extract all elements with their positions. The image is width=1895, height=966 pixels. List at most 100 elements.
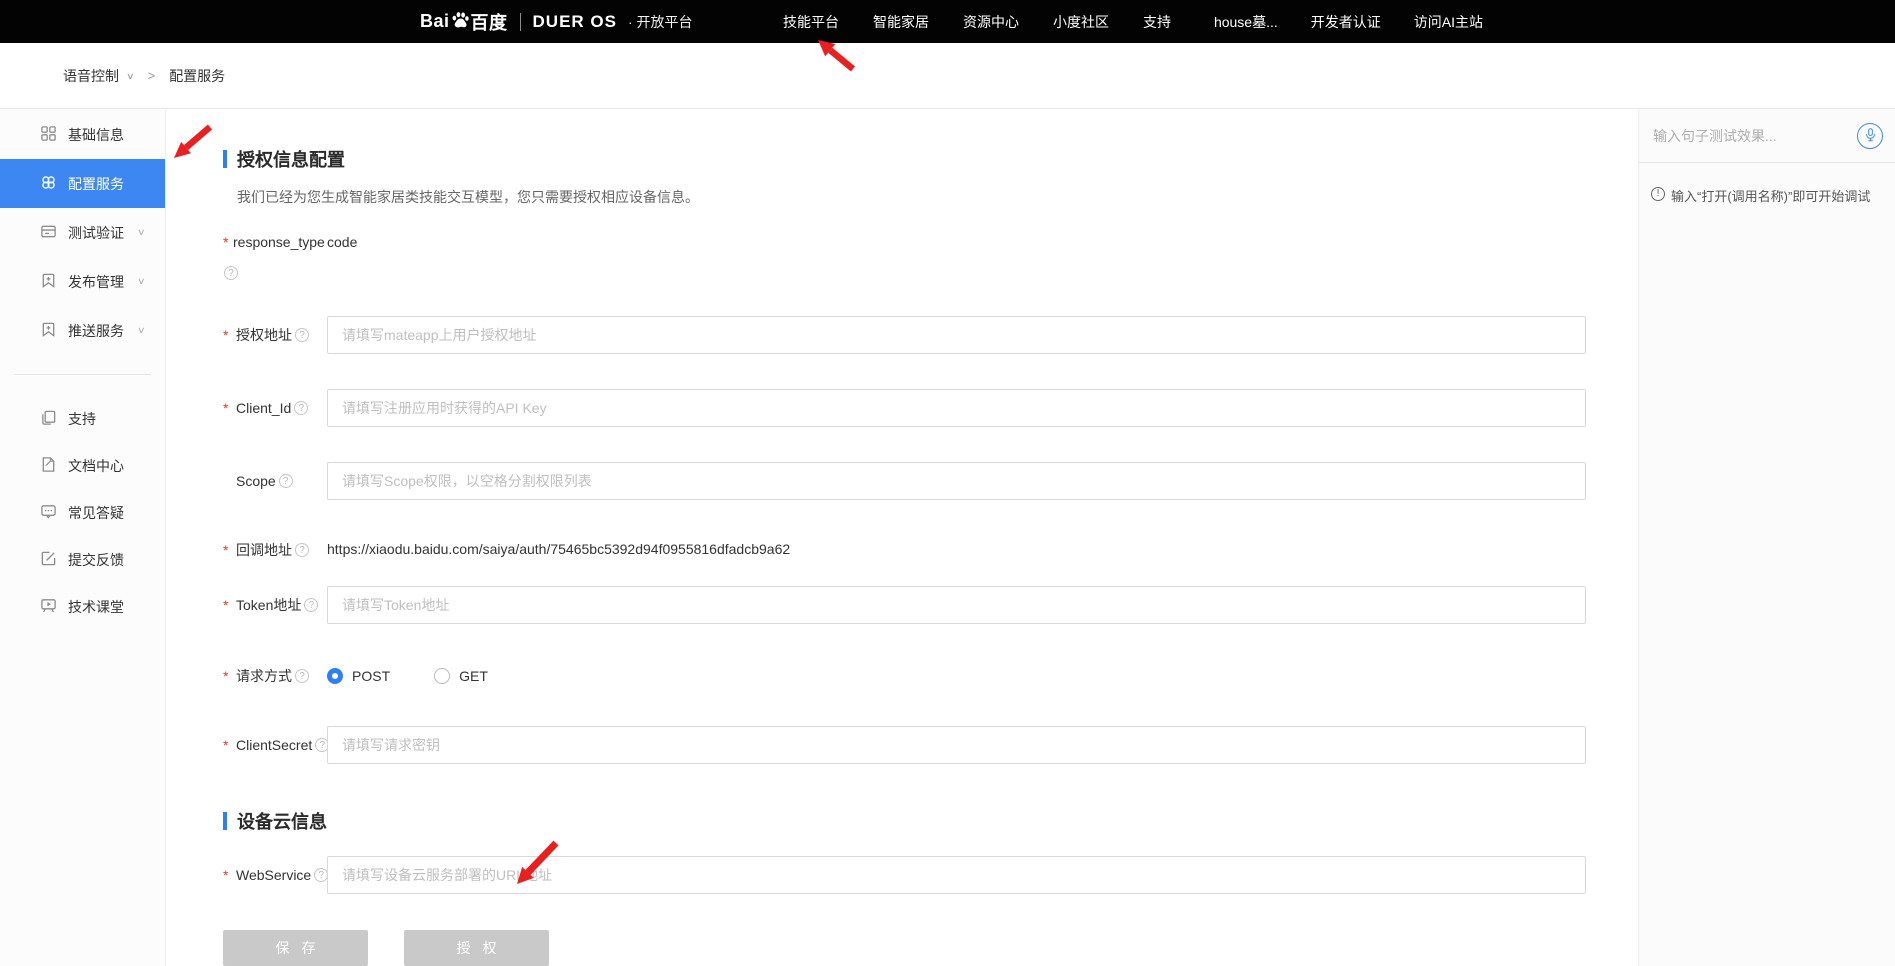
nav-item-skill-platform[interactable]: 技能平台 (783, 12, 839, 32)
web-service-label: WebService (236, 867, 311, 883)
baidu-brand: Bai 百度 (420, 9, 508, 35)
auth-section-description: 我们已经为您生成智能家居类技能交互模型，您只需要授权相应设备信息。 (237, 187, 1586, 207)
field-auth-url: * 授权地址 ? (223, 316, 1586, 354)
sidebar-link-label: 文档中心 (68, 456, 124, 476)
nav-item-resource-center[interactable]: 资源中心 (963, 12, 1019, 32)
nav-item-smart-home[interactable]: 智能家居 (873, 12, 929, 32)
sidebar-item-push-service[interactable]: 推送服务 ∨ (0, 306, 165, 355)
sidebar-link-faq[interactable]: 常见答疑 (0, 489, 165, 536)
chevron-down-icon[interactable]: ∨ (126, 71, 135, 82)
field-scope: Scope ? (223, 462, 1586, 500)
required-mark: * (223, 737, 233, 753)
sidebar-item-label: 推送服务 (68, 321, 124, 341)
help-icon[interactable]: ? (295, 543, 309, 557)
scope-label: Scope (236, 473, 276, 489)
copy-pages-icon (40, 409, 57, 429)
sidebar-link-feedback[interactable]: 提交反馈 (0, 536, 165, 583)
sidebar-item-label: 测试验证 (68, 223, 124, 243)
radio-post[interactable]: POST (327, 668, 390, 684)
web-service-input[interactable] (327, 856, 1586, 894)
sidebar-item-label: 发布管理 (68, 272, 124, 292)
test-sentence-input[interactable] (1651, 127, 1849, 145)
radio-get[interactable]: GET (434, 668, 488, 684)
token-url-label: Token地址 (236, 595, 301, 615)
test-hint: ! 输入“打开(调用名称)”即可开始调试 (1639, 163, 1895, 205)
required-mark: * (223, 597, 233, 613)
header-nav: 技能平台 智能家居 资源中心 小度社区 支持 (783, 0, 1171, 43)
help-icon[interactable]: ? (295, 669, 309, 683)
breadcrumb-current: 配置服务 (169, 66, 225, 86)
breadcrumb: 语音控制 ∨ > 配置服务 (0, 43, 1895, 109)
nav-item-community[interactable]: 小度社区 (1053, 12, 1109, 32)
scope-input[interactable] (327, 462, 1586, 500)
sidebar-divider (14, 374, 151, 375)
grid-icon (40, 125, 57, 145)
clover-icon (40, 174, 57, 194)
auth-section-title: 授权信息配置 (223, 146, 1586, 172)
required-mark: * (223, 668, 233, 684)
help-icon[interactable]: ? (295, 328, 309, 342)
help-icon[interactable]: ? (304, 598, 318, 612)
test-hint-text: 输入“打开(调用名称)”即可开始调试 (1671, 186, 1870, 205)
mic-button[interactable] (1857, 123, 1883, 149)
user-menu[interactable]: house墓... (1214, 12, 1278, 32)
breadcrumb-separator: > (148, 68, 156, 83)
chevron-down-icon: ∨ (137, 276, 146, 287)
radio-checked-icon[interactable] (327, 668, 343, 684)
help-icon[interactable]: ? (279, 474, 293, 488)
field-web-service: * WebService ? (223, 856, 1586, 894)
sidebar-item-basic-info[interactable]: 基础信息 (0, 110, 165, 159)
test-card-icon (40, 223, 57, 243)
token-url-input[interactable] (327, 586, 1586, 624)
dueros-wordmark: DUER OS (533, 12, 617, 32)
config-service-panel: 授权信息配置 我们已经为您生成智能家居类技能交互模型，您只需要授权相应设备信息。… (167, 110, 1638, 966)
app: { "header": { "logo": { "brand_left": "B… (0, 0, 1895, 966)
sidebar-item-test-verify[interactable]: 测试验证 ∨ (0, 208, 165, 257)
sidebar-item-publish-manage[interactable]: 发布管理 ∨ (0, 257, 165, 306)
radio-post-label: POST (352, 668, 390, 684)
breadcrumb-parent[interactable]: 语音控制 (63, 66, 119, 86)
sidebar-link-support[interactable]: 支持 (0, 395, 165, 442)
visit-ai-site-link[interactable]: 访问AI主站 (1414, 12, 1483, 32)
required-mark: * (223, 400, 233, 416)
auth-url-label: 授权地址 (236, 325, 292, 345)
device-section-title: 设备云信息 (223, 808, 1586, 834)
nav-item-support[interactable]: 支持 (1143, 12, 1171, 32)
developer-cert-link[interactable]: 开发者认证 (1311, 12, 1381, 32)
client-secret-input[interactable] (327, 726, 1586, 764)
auth-url-input[interactable] (327, 316, 1586, 354)
test-sentence-row (1639, 110, 1895, 163)
response-type-value: code (327, 234, 357, 250)
radio-unchecked-icon[interactable] (434, 668, 450, 684)
document-icon (40, 456, 57, 476)
field-response-type: * response_type code (223, 234, 1586, 250)
save-button[interactable]: 保存 (223, 930, 368, 966)
mic-icon (1865, 128, 1876, 145)
client-id-label: Client_Id (236, 400, 291, 416)
field-client-id: * Client_Id ? (223, 389, 1586, 427)
response-type-label: response_type (233, 234, 327, 250)
chevron-down-icon: ∨ (137, 227, 146, 238)
baidu-dueros-logo[interactable]: Bai 百度 DUER OS · 开放平台 (420, 0, 693, 43)
help-icon[interactable]: ? (224, 266, 238, 280)
bookmark-plus-icon (40, 321, 57, 341)
help-icon[interactable]: ? (294, 401, 308, 415)
chat-dots-icon (40, 503, 57, 523)
sidebar-link-label: 支持 (68, 409, 96, 429)
baidu-brand-left: Bai (420, 11, 450, 32)
radio-get-label: GET (459, 668, 488, 684)
field-client-secret: * ClientSecret ? (223, 726, 1586, 764)
client-id-input[interactable] (327, 389, 1586, 427)
sidebar-link-doc-center[interactable]: 文档中心 (0, 442, 165, 489)
baidu-paw-icon (451, 11, 470, 29)
field-callback-url: * 回调地址 ? https://xiaodu.baidu.com/saiya/… (223, 540, 1586, 560)
authorize-button[interactable]: 授权 (404, 930, 549, 966)
request-method-label: 请求方式 (236, 666, 292, 686)
device-section-heading: 设备云信息 (237, 808, 327, 834)
callback-url-value: https://xiaodu.baidu.com/saiya/auth/7546… (327, 541, 790, 557)
sidebar-link-tech-class[interactable]: 技术课堂 (0, 583, 165, 630)
field-token-url: * Token地址 ? (223, 586, 1586, 624)
callback-url-label: 回调地址 (236, 540, 292, 560)
sidebar-item-config-service[interactable]: 配置服务 (0, 159, 165, 208)
title-accent-bar (223, 150, 227, 168)
